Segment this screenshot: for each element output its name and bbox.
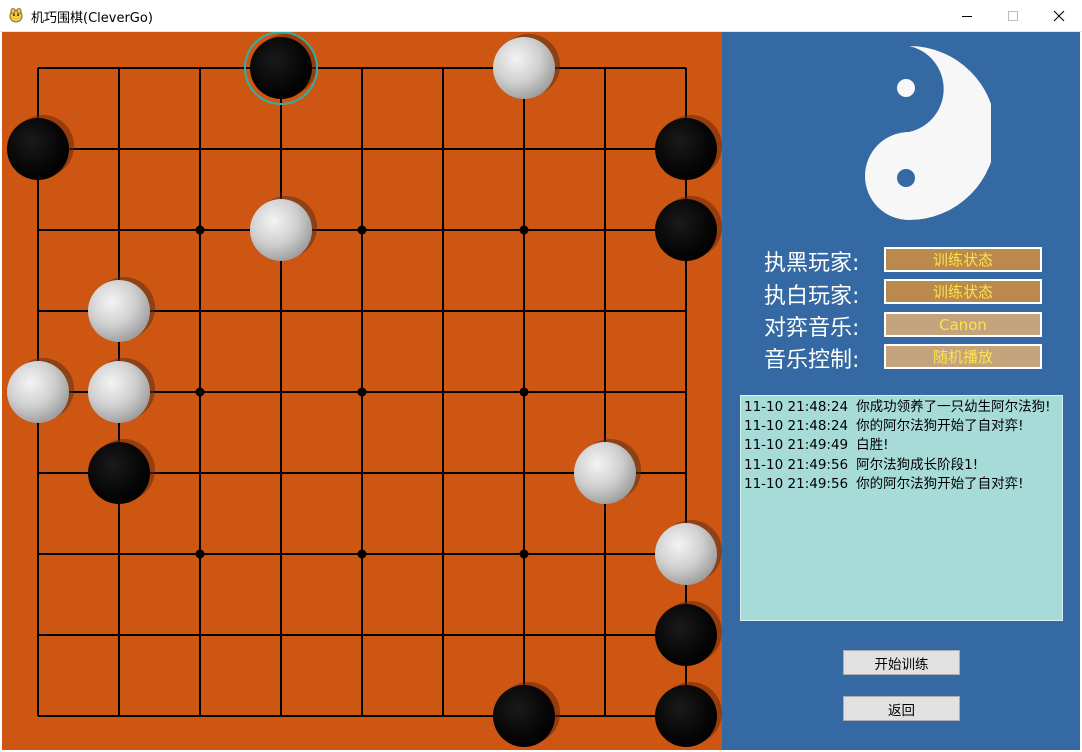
white-player-field[interactable]: 训练状态: [884, 279, 1042, 304]
music-control-label: 音乐控制:: [764, 348, 860, 373]
stone-body: [250, 37, 312, 99]
white-stone: [655, 520, 722, 585]
stone-body: [250, 199, 312, 261]
black-stone: [655, 115, 722, 180]
black-player-field[interactable]: 训练状态: [884, 247, 1042, 272]
star-point: [357, 549, 367, 559]
go-board[interactable]: [2, 32, 722, 750]
log-entry: 11-10 21:48:24 你成功领养了一只幼生阿尔法狗!: [744, 399, 1051, 415]
log-entry: 11-10 21:48:24 你的阿尔法狗开始了自对弈!: [744, 418, 1024, 435]
white-player-label: 执白玩家:: [764, 284, 860, 309]
black-stone: [88, 439, 155, 504]
close-button[interactable]: [1036, 0, 1082, 31]
star-point: [357, 387, 367, 397]
black-stone: [655, 601, 722, 666]
side-panel: 执黑玩家: 训练状态 执白玩家: 训练状态 对弈音乐: Canon 音乐控制: …: [722, 32, 1080, 750]
stone-body: [655, 523, 717, 585]
white-stone: [574, 439, 641, 504]
title-bar: 机巧围棋(CleverGo): [0, 0, 1082, 32]
star-point: [195, 225, 205, 235]
stone-body: [493, 685, 555, 747]
white-stone: [250, 196, 317, 261]
black-stone: [7, 115, 74, 180]
yin-yang-icon: [865, 46, 991, 220]
star-point: [519, 225, 529, 235]
star-point: [519, 387, 529, 397]
black-stone: [655, 196, 722, 261]
stone-body: [574, 442, 636, 504]
black-player-label: 执黑玩家:: [764, 251, 860, 276]
star-point: [195, 387, 205, 397]
black-stone: [493, 682, 560, 747]
log-entry: 11-10 21:49:56 你的阿尔法狗开始了自对弈!: [744, 475, 1024, 492]
stone-body: [655, 118, 717, 180]
stone-body: [88, 442, 150, 504]
app-icon: [9, 8, 23, 23]
maximize-icon: [1008, 10, 1018, 21]
star-point: [195, 549, 205, 559]
stone-body: [655, 685, 717, 747]
stone-body: [7, 361, 69, 423]
white-stone: [88, 358, 155, 423]
stone-body: [655, 199, 717, 261]
board-grid[interactable]: [2, 32, 722, 750]
black-stone: [655, 682, 722, 747]
white-stone: [493, 34, 560, 99]
stone-body: [655, 604, 717, 666]
stone-body: [7, 118, 69, 180]
star-point: [519, 549, 529, 559]
log-entry: 11-10 21:49:49 白胜!: [744, 437, 889, 454]
stone-body: [88, 280, 150, 342]
stone-body: [88, 361, 150, 423]
maximize-button[interactable]: [990, 0, 1036, 31]
minimize-button[interactable]: [944, 0, 990, 31]
start-training-button[interactable]: 开始训练: [843, 650, 960, 675]
back-button[interactable]: 返回: [843, 696, 960, 721]
music-field[interactable]: Canon: [884, 312, 1042, 337]
stone-body: [493, 37, 555, 99]
minimize-icon: [962, 15, 972, 17]
music-control-field[interactable]: 随机播放: [884, 344, 1042, 369]
log-entry: 11-10 21:49:56 阿尔法狗成长阶段1!: [744, 456, 979, 473]
white-stone: [7, 358, 74, 423]
message-log[interactable]: 11-10 21:48:24 你成功领养了一只幼生阿尔法狗! 11-10 21:4…: [740, 395, 1063, 621]
music-label: 对弈音乐:: [764, 316, 860, 341]
close-icon: [1053, 10, 1065, 21]
white-stone: [88, 277, 155, 342]
star-point: [357, 225, 367, 235]
window-title: 机巧围棋(CleverGo): [31, 11, 153, 26]
